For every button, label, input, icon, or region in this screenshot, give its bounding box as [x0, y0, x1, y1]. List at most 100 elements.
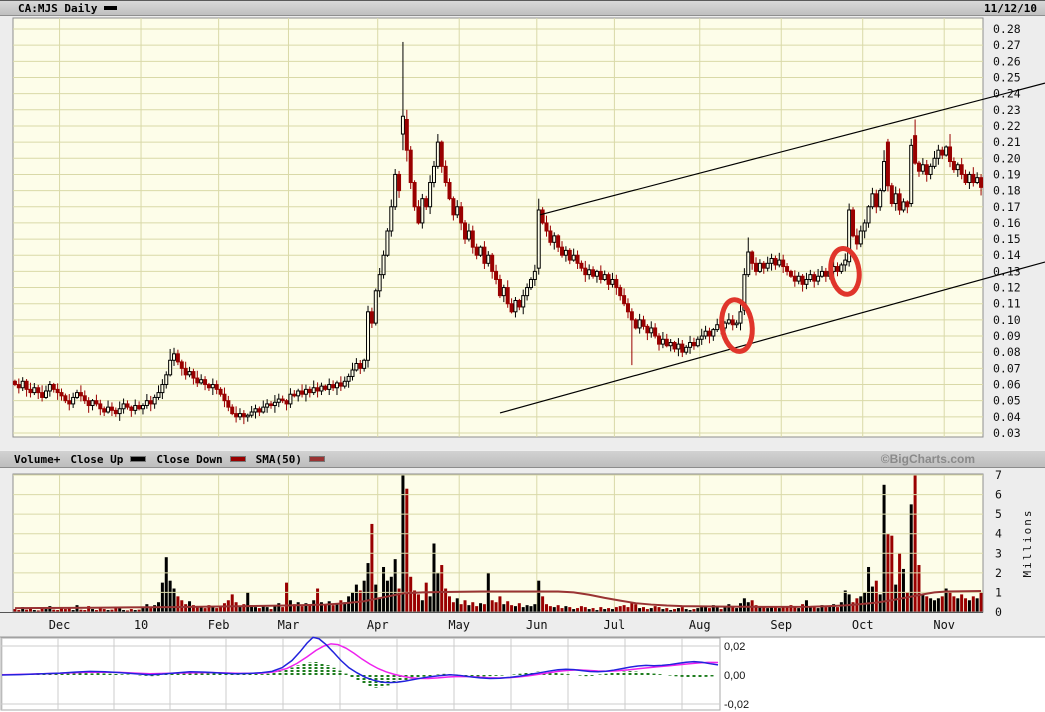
candle [223, 394, 226, 400]
candle [592, 270, 595, 276]
candle [910, 145, 913, 203]
candle [297, 391, 300, 396]
volume-bar [355, 585, 358, 612]
volume-bar [456, 598, 459, 612]
candle [79, 393, 82, 396]
volume-bar [312, 600, 315, 612]
volume-bar [941, 596, 944, 612]
volume-bar [568, 607, 571, 612]
candle [184, 368, 187, 374]
candle [844, 260, 847, 265]
candle [708, 331, 711, 336]
volume-bar [541, 596, 544, 612]
price-tick-label: 0.20 [993, 151, 1021, 165]
month-label: Mar [278, 618, 300, 632]
candle [436, 142, 439, 166]
candle [751, 252, 754, 263]
volume-bar [844, 590, 847, 612]
volume-bar [921, 594, 924, 612]
candle [557, 236, 560, 247]
candle [933, 158, 936, 166]
candle [921, 165, 924, 171]
candle [114, 410, 117, 413]
volume-bar [231, 594, 234, 612]
volume-bar [561, 608, 564, 612]
candle [25, 381, 28, 389]
candle [689, 343, 692, 348]
candle [952, 162, 955, 170]
candle [52, 385, 55, 390]
candle [704, 331, 707, 336]
candle [262, 407, 265, 412]
candle [879, 191, 882, 207]
month-label: Dec [49, 618, 71, 632]
candle [762, 263, 765, 268]
candle [817, 276, 820, 281]
volume-bar [658, 607, 661, 612]
volume-bar [564, 606, 567, 612]
candle [250, 412, 253, 415]
candle [580, 263, 583, 268]
volume-bar [956, 598, 959, 612]
candle [200, 380, 203, 383]
candle [370, 312, 373, 323]
candle [852, 210, 855, 236]
volume-bar [522, 607, 525, 612]
volume-bar [339, 600, 342, 612]
indicator-tick-label: 0,00 [724, 670, 745, 682]
volume-bar [460, 604, 463, 612]
candle [188, 372, 191, 375]
candle [91, 401, 94, 406]
candle [712, 330, 715, 336]
volume-bar [475, 606, 478, 612]
volume-bar [537, 581, 540, 612]
volume-bar [592, 608, 595, 612]
candle [801, 276, 804, 284]
candle [277, 399, 280, 402]
volume-bar [448, 596, 451, 612]
volume-bar [700, 607, 703, 612]
candle [696, 339, 699, 345]
volume-bar [479, 603, 482, 612]
candle [134, 406, 137, 411]
candle [949, 147, 952, 162]
candle [308, 389, 311, 392]
volume-bar [817, 608, 820, 612]
volume-bar [526, 605, 529, 612]
candle [76, 393, 79, 398]
candle [894, 194, 897, 204]
candle [464, 223, 467, 239]
candle [964, 174, 967, 182]
candle [529, 279, 532, 287]
candle [886, 142, 889, 186]
candle [68, 401, 71, 404]
candle [192, 372, 195, 378]
candle [809, 275, 812, 280]
volume-bar [917, 565, 920, 612]
volume-bar [429, 596, 432, 612]
candle [782, 260, 785, 266]
candle [456, 207, 459, 215]
candle [917, 163, 920, 171]
candle [595, 271, 598, 276]
close-up-swatch-icon [130, 456, 146, 462]
volume-bar [879, 594, 882, 612]
candle [611, 279, 614, 284]
volume-bar [301, 606, 304, 612]
volume-bar [281, 607, 284, 612]
candle [328, 385, 331, 390]
price-tick-label: 0.15 [993, 232, 1021, 246]
candle [273, 402, 276, 405]
candle [692, 343, 695, 346]
candle [576, 255, 579, 263]
candle [304, 389, 307, 394]
volume-bar [902, 569, 905, 612]
volume-bar [452, 602, 455, 612]
candle [561, 247, 564, 255]
volume-tick-label: 0 [995, 605, 1002, 619]
candle [599, 271, 602, 279]
volume-bar [262, 606, 265, 612]
volume-bar [801, 604, 804, 612]
candle [510, 304, 513, 312]
candle [855, 236, 858, 244]
